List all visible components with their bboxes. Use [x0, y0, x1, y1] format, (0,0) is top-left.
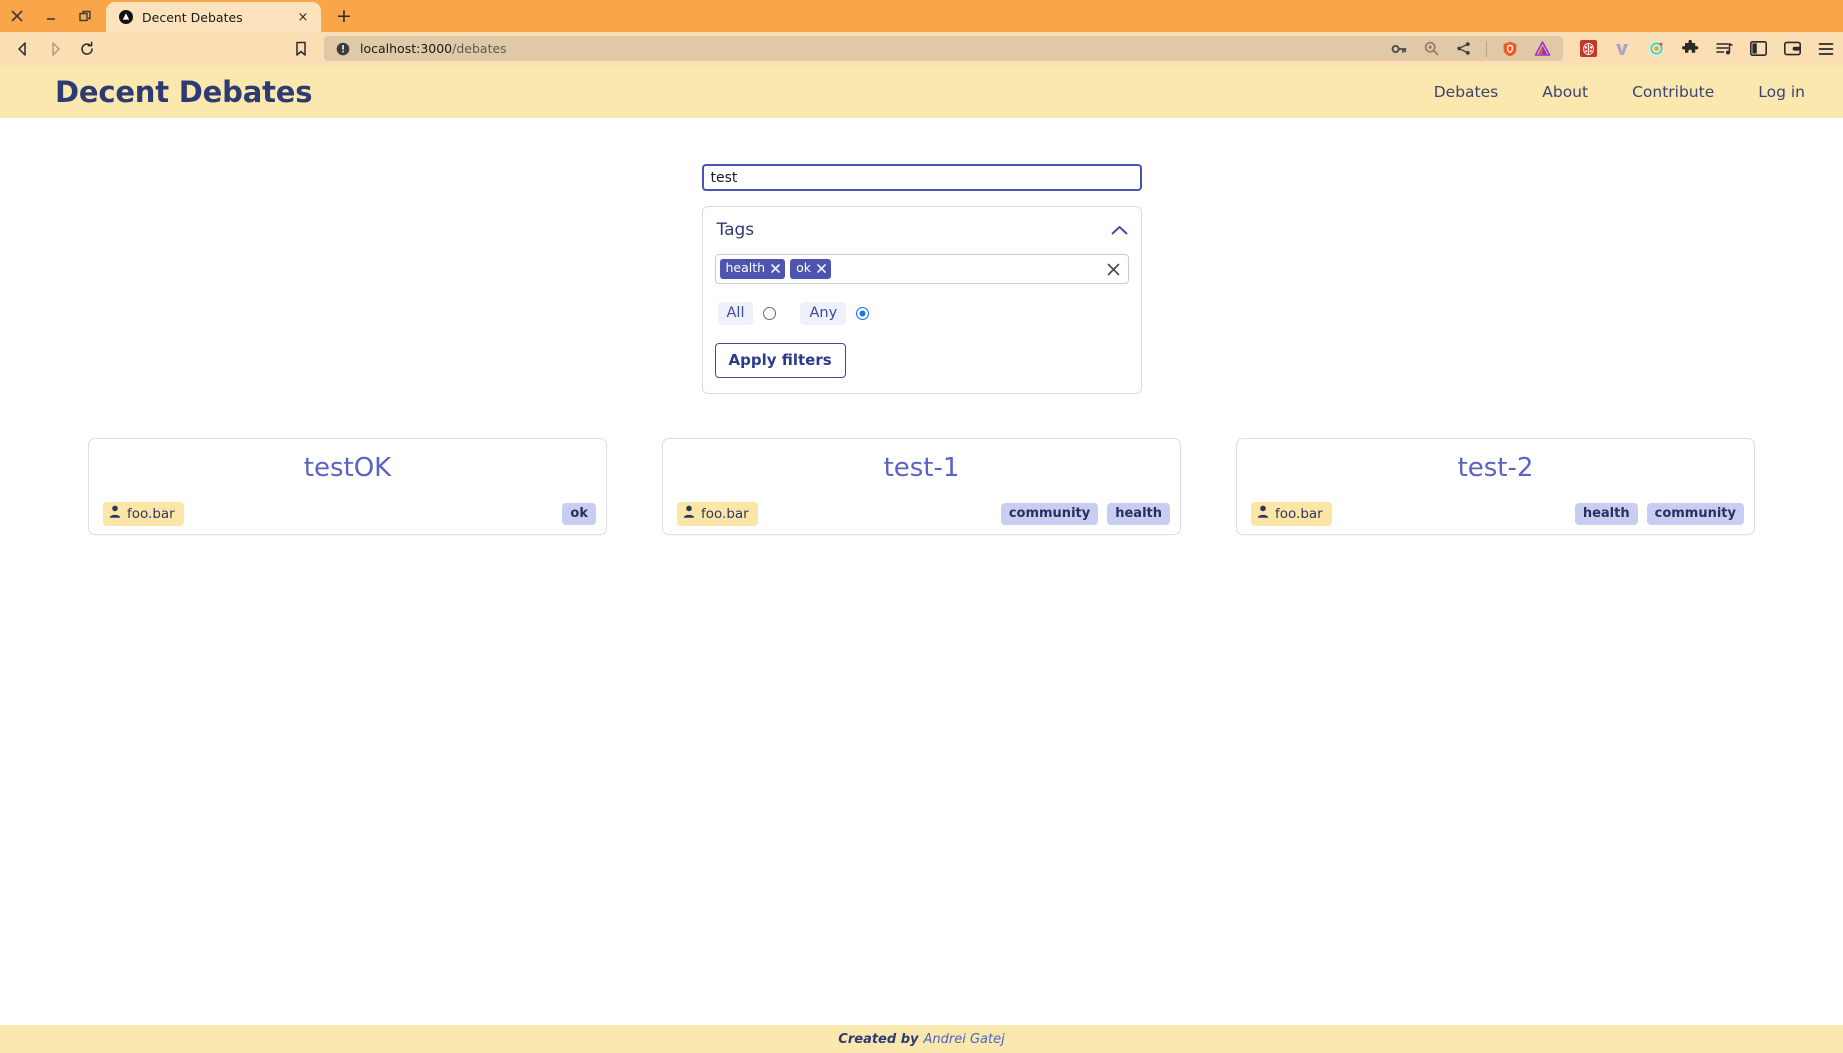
site-header: Decent Debates Debates About Contribute …	[0, 65, 1843, 118]
window-controls	[0, 0, 100, 32]
tab-close-icon[interactable]: ×	[295, 9, 311, 25]
tab-strip: Decent Debates × +	[0, 0, 1843, 32]
debate-author-name: foo.bar	[1275, 505, 1323, 522]
window-close-icon[interactable]	[8, 7, 26, 25]
browser-tab[interactable]: Decent Debates ×	[106, 2, 321, 32]
site-footer: Created by Andrei Gatej	[0, 1025, 1843, 1053]
debate-card-list: testOK foo.bar ok test-1 foo.bar communi…	[0, 438, 1843, 535]
clear-all-tags-icon[interactable]	[1107, 263, 1120, 276]
window-minimize-icon[interactable]	[42, 7, 60, 25]
debate-card-footer: foo.bar health community	[1237, 502, 1754, 526]
debate-author[interactable]: foo.bar	[1251, 502, 1332, 526]
browser-window: Decent Debates × + localhost:3000/debate…	[0, 0, 1843, 1053]
footer-prefix: Created by	[838, 1031, 919, 1047]
nav-link-login[interactable]: Log in	[1758, 83, 1805, 101]
person-icon	[109, 505, 121, 522]
forward-arrow-icon[interactable]	[40, 36, 70, 62]
tag-chip-remove-icon[interactable]	[817, 264, 826, 273]
debate-author-name: foo.bar	[127, 505, 175, 522]
window-restore-icon[interactable]	[76, 7, 94, 25]
debate-author-name: foo.bar	[701, 505, 749, 522]
debate-tag-list: health community	[1574, 503, 1744, 525]
site-brand[interactable]: Decent Debates	[55, 75, 312, 109]
debate-title[interactable]: testOK	[89, 439, 606, 483]
back-arrow-icon[interactable]	[8, 36, 38, 62]
tag-chip-label: ok	[796, 260, 811, 276]
sidebar-panel-icon[interactable]	[1749, 40, 1767, 58]
page-content: Tags health ok	[0, 118, 1843, 1053]
chevron-up-icon[interactable]	[1111, 225, 1128, 236]
debate-card[interactable]: test-2 foo.bar health community	[1236, 438, 1755, 535]
zoom-icon[interactable]	[1422, 40, 1440, 58]
brave-triangle-icon	[118, 10, 133, 25]
info-circle-icon[interactable]	[334, 40, 352, 58]
debate-tag-list: ok	[562, 503, 596, 525]
match-mode-group: All Any	[715, 302, 1129, 325]
debate-card-footer: foo.bar ok	[89, 502, 606, 526]
debate-tag[interactable]: ok	[562, 503, 596, 525]
address-bar[interactable]: localhost:3000/debates	[324, 36, 1563, 61]
playlist-icon[interactable]	[1715, 40, 1733, 58]
debate-card[interactable]: testOK foo.bar ok	[88, 438, 607, 535]
match-mode-all-radio[interactable]	[763, 307, 777, 320]
match-mode-any-label[interactable]: Any	[800, 302, 847, 325]
debate-title[interactable]: test-2	[1237, 439, 1754, 483]
tags-card-title: Tags	[716, 220, 755, 240]
nav-link-contribute[interactable]: Contribute	[1632, 83, 1714, 101]
target-circle-icon[interactable]	[1647, 40, 1665, 58]
omnibox-actions	[1390, 40, 1553, 58]
site-nav: Debates About Contribute Log in	[1434, 83, 1805, 101]
apply-filters-button[interactable]: Apply filters	[714, 343, 846, 378]
debate-card-footer: foo.bar community health	[663, 502, 1180, 526]
tags-filter-card: Tags health ok All Any Apply filters	[701, 206, 1142, 394]
toolbar-divider	[1486, 40, 1487, 57]
vimium-v-icon[interactable]	[1613, 40, 1631, 58]
tab-title: Decent Debates	[142, 9, 243, 25]
brave-rewards-icon[interactable]	[1533, 40, 1551, 58]
wallet-icon[interactable]	[1783, 40, 1801, 58]
tag-select-input[interactable]: health ok	[714, 254, 1129, 284]
tag-chip-remove-icon[interactable]	[771, 264, 780, 273]
debate-tag-list: community health	[1000, 503, 1170, 525]
person-icon	[1257, 505, 1269, 522]
debate-tag[interactable]: health	[1107, 503, 1170, 525]
password-key-icon[interactable]	[1390, 40, 1408, 58]
search-input[interactable]	[701, 164, 1142, 191]
address-path: /debates	[452, 41, 507, 56]
debate-tag[interactable]: community	[1000, 503, 1099, 525]
nav-link-about[interactable]: About	[1542, 83, 1588, 101]
menu-hamburger-icon[interactable]	[1817, 40, 1835, 58]
share-icon[interactable]	[1454, 40, 1472, 58]
nav-link-debates[interactable]: Debates	[1434, 83, 1499, 101]
debate-title[interactable]: test-1	[663, 439, 1180, 483]
ladybug-icon[interactable]	[1579, 40, 1597, 58]
puzzle-extensions-icon[interactable]	[1681, 40, 1699, 58]
new-tab-button[interactable]: +	[330, 2, 358, 30]
debate-tag[interactable]: community	[1646, 503, 1744, 525]
footer-author-link[interactable]: Andrei Gatej	[923, 1032, 1004, 1047]
debate-author[interactable]: foo.bar	[103, 502, 184, 526]
extension-toolbar	[1571, 40, 1835, 58]
tag-chip-health[interactable]: health	[719, 259, 786, 279]
brave-shields-icon[interactable]	[1501, 40, 1519, 58]
bookmark-icon[interactable]	[286, 36, 316, 62]
person-icon	[683, 505, 695, 522]
filter-panel: Tags health ok	[701, 118, 1142, 394]
debate-tag[interactable]: health	[1574, 503, 1638, 525]
debate-card[interactable]: test-1 foo.bar community health	[662, 438, 1181, 535]
debate-author[interactable]: foo.bar	[677, 502, 758, 526]
page-viewport: Decent Debates Debates About Contribute …	[0, 65, 1843, 1053]
address-host: localhost:3000	[360, 41, 453, 56]
tag-chip-ok[interactable]: ok	[790, 259, 831, 279]
address-bar-text: localhost:3000/debates	[360, 41, 1382, 56]
match-mode-all-label[interactable]: All	[717, 302, 754, 325]
match-mode-any-radio[interactable]	[856, 307, 870, 320]
reload-icon[interactable]	[72, 36, 102, 62]
tags-card-header[interactable]: Tags	[715, 220, 1129, 240]
browser-toolbar: localhost:3000/debates	[0, 32, 1843, 65]
tag-chip-label: health	[725, 260, 766, 276]
